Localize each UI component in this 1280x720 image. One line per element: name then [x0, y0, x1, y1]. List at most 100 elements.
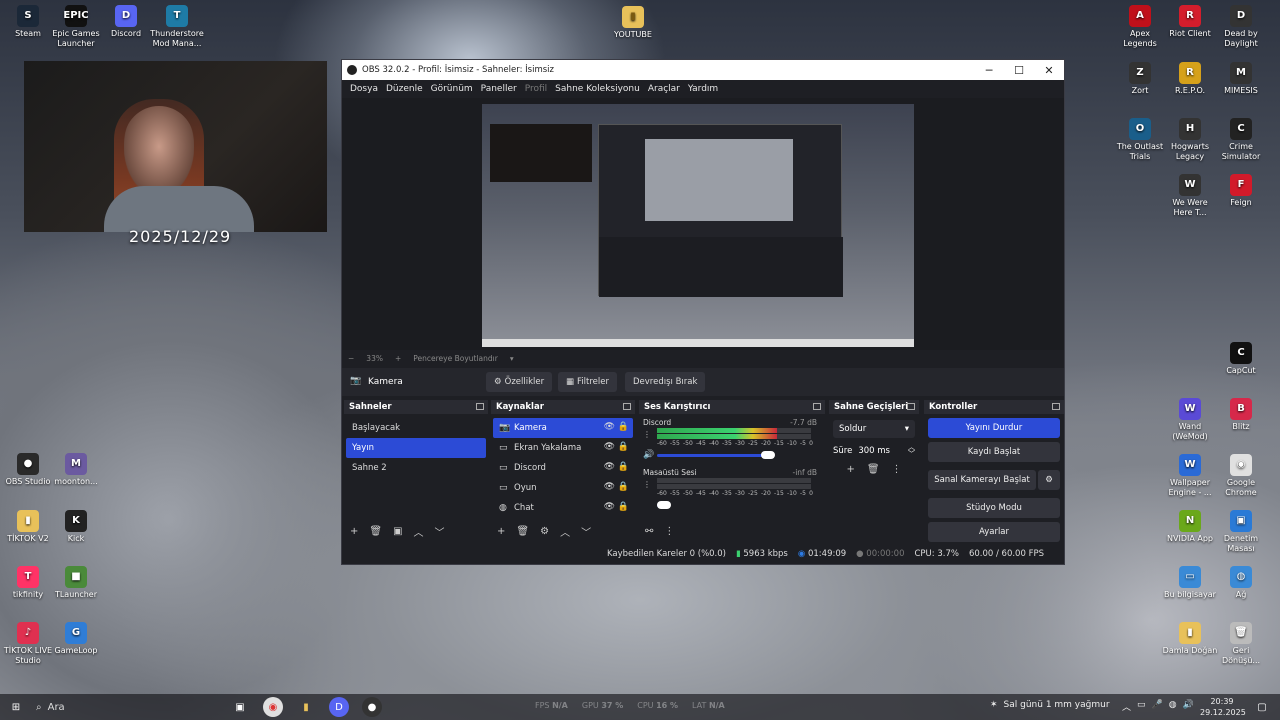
menu-edit[interactable]: Düzenle: [386, 84, 423, 94]
desktop-icon-youtube[interactable]: ▮ YOUTUBE: [605, 6, 661, 40]
duration-stepper[interactable]: ︿ ﹀: [908, 444, 915, 458]
scene-item[interactable]: Yayın: [346, 438, 486, 458]
lock-icon[interactable]: 🔒: [618, 442, 629, 452]
popout-icon[interactable]: [623, 403, 631, 410]
stop-stream-button[interactable]: Yayını Durdur: [928, 418, 1060, 438]
volume-slider[interactable]: [657, 451, 775, 459]
more-options-icon[interactable]: ⋮: [664, 526, 674, 537]
menu-profile[interactable]: Profil: [525, 84, 547, 94]
source-item[interactable]: ◍ Chat 👁 🔒: [493, 498, 633, 518]
desktop-icon-geri-d-n[interactable]: 🗑 Geri Dönüşü...: [1213, 622, 1269, 666]
start-recording-button[interactable]: Kaydı Başlat: [928, 442, 1060, 462]
add-transition-icon[interactable]: +: [846, 464, 854, 475]
delete-scene-icon[interactable]: 🗑: [369, 526, 382, 537]
duration-input[interactable]: 300 ms: [858, 446, 902, 456]
start-virtual-camera-button[interactable]: Sanal Kamerayı Başlat: [928, 470, 1036, 490]
desktop-icon-crime-simulator[interactable]: C Crime Simulator: [1213, 118, 1269, 162]
popout-icon[interactable]: [476, 403, 484, 410]
scene-filters-icon[interactable]: ▣: [393, 526, 402, 537]
channel-menu-icon[interactable]: ⋮: [643, 430, 651, 439]
file-explorer-taskbar-icon[interactable]: ▮: [296, 697, 316, 717]
discord-taskbar-icon[interactable]: D: [329, 697, 349, 717]
transition-select[interactable]: Soldur ▾: [833, 420, 915, 438]
advanced-audio-icon[interactable]: ⚯: [645, 526, 653, 537]
preview-canvas[interactable]: [482, 104, 914, 347]
volume-slider[interactable]: [657, 501, 671, 509]
source-item[interactable]: 📷 Kamera 👁 🔒: [493, 418, 633, 438]
menu-scene-collection[interactable]: Sahne Koleksiyonu: [555, 84, 640, 94]
desktop-icon-wand-wemod[interactable]: W Wand (WeMod): [1162, 398, 1218, 442]
visibility-eye-icon[interactable]: 👁: [604, 482, 615, 492]
delete-source-icon[interactable]: 🗑: [516, 526, 529, 537]
desktop-icon-dead-by-daylight[interactable]: D Dead by Daylight: [1213, 5, 1269, 49]
maximize-button[interactable]: ☐: [1004, 60, 1034, 80]
move-up-icon[interactable]: ︿: [560, 524, 570, 539]
delete-transition-icon[interactable]: 🗑: [867, 464, 880, 475]
desktop-icon-denetim-masas[interactable]: ▣ Denetim Masası: [1213, 510, 1269, 554]
scene-item[interactable]: Sahne 2: [346, 458, 486, 478]
settings-button[interactable]: Ayarlar: [928, 522, 1060, 542]
move-down-icon[interactable]: ﹀: [581, 524, 591, 539]
visibility-eye-icon[interactable]: 👁: [604, 502, 615, 512]
desktop-icon-nvidia-app[interactable]: N NVIDIA App: [1162, 510, 1218, 544]
source-item[interactable]: ▭ Oyun 👁 🔒: [493, 478, 633, 498]
speaker-icon[interactable]: 🔊: [643, 450, 654, 460]
chevron-down-icon[interactable]: ▾: [510, 354, 514, 363]
visibility-eye-icon[interactable]: 👁: [604, 442, 615, 452]
visibility-eye-icon[interactable]: 👁: [604, 422, 615, 432]
virtual-camera-settings-icon[interactable]: ⚙: [1038, 470, 1060, 490]
webcam-window[interactable]: [24, 61, 327, 232]
lock-icon[interactable]: 🔒: [618, 422, 629, 432]
popout-icon[interactable]: [1052, 403, 1060, 410]
desktop-icon-feign[interactable]: F Feign: [1213, 174, 1269, 208]
studio-mode-button[interactable]: Stüdyo Modu: [928, 498, 1060, 518]
add-source-icon[interactable]: +: [497, 526, 505, 537]
add-scene-icon[interactable]: +: [350, 526, 358, 537]
zoom-fit-label[interactable]: Pencereye Boyutlandır: [413, 354, 498, 363]
close-button[interactable]: ✕: [1034, 60, 1064, 80]
source-item[interactable]: ▭ Discord 👁 🔒: [493, 458, 633, 478]
move-up-icon[interactable]: ︿: [414, 524, 424, 539]
menu-file[interactable]: Dosya: [350, 84, 378, 94]
desktop-icon-thunderstore-mod-mana[interactable]: T Thunderstore Mod Mana...: [149, 5, 205, 49]
desktop-icon-apex-legends[interactable]: A Apex Legends: [1112, 5, 1168, 49]
desktop-icon-a[interactable]: ◍ Ağ: [1213, 566, 1269, 600]
desktop-icon-capcut[interactable]: C CapCut: [1213, 342, 1269, 376]
filters-button[interactable]: ▦ Filtreler: [558, 372, 617, 392]
minimize-button[interactable]: ─: [974, 60, 1004, 80]
start-button[interactable]: ⊞: [6, 697, 26, 717]
scene-item[interactable]: Başlayacak: [346, 418, 486, 438]
desktop-icon-hogwarts-legacy[interactable]: H Hogwarts Legacy: [1162, 118, 1218, 162]
desktop-icon-epic-games-launcher[interactable]: EPIC Epic Games Launcher: [48, 5, 104, 49]
desktop-icon-discord[interactable]: D Discord: [98, 5, 154, 39]
lock-icon[interactable]: 🔒: [618, 502, 629, 512]
desktop-icon-wallpaper-engine[interactable]: W Wallpaper Engine - ...: [1162, 454, 1218, 498]
preview-area[interactable]: [342, 98, 1064, 350]
desktop-icon-bu-bilgisayar[interactable]: ▭ Bu bilgisayar: [1162, 566, 1218, 600]
menu-view[interactable]: Görünüm: [431, 84, 473, 94]
desktop-icon-google-chrome[interactable]: ◉ Google Chrome: [1213, 454, 1269, 498]
desktop-icon-mimesis[interactable]: M MIMESIS: [1213, 62, 1269, 96]
menu-docks[interactable]: Paneller: [481, 84, 517, 94]
desktop-icon-damla-do-an[interactable]: ▮ Damla Doğan: [1162, 622, 1218, 656]
popout-icon[interactable]: [813, 403, 821, 410]
zoom-out-icon[interactable]: −: [348, 354, 354, 363]
move-down-icon[interactable]: ﹀: [435, 524, 445, 539]
desktop-icon-we-were-here-t[interactable]: W We Were Here T...: [1162, 174, 1218, 218]
desktop-icon-kick[interactable]: K Kick: [48, 510, 104, 544]
desktop-icon-r-e-p-o[interactable]: R R.E.P.O.: [1162, 62, 1218, 96]
system-tray[interactable]: ︿ ▭ 🎤 ◍ 🔊: [1122, 700, 1194, 713]
desktop-icon-blitz[interactable]: B Blitz: [1213, 398, 1269, 432]
desktop-icon-zort[interactable]: Z Zort: [1112, 62, 1168, 96]
lock-icon[interactable]: 🔒: [618, 482, 629, 492]
desktop-icon-gameloop[interactable]: G GameLoop: [48, 622, 104, 656]
search-box[interactable]: ⌕ Ara: [36, 698, 226, 716]
obs-taskbar-icon[interactable]: ●: [362, 697, 382, 717]
source-item[interactable]: ▭ Ekran Yakalama 👁 🔒: [493, 438, 633, 458]
desktop-icon-riot-client[interactable]: R Riot Client: [1162, 5, 1218, 39]
visibility-eye-icon[interactable]: 👁: [604, 462, 615, 472]
popout-icon[interactable]: [907, 403, 915, 410]
menu-help[interactable]: Yardım: [688, 84, 718, 94]
title-bar[interactable]: OBS 32.0.2 - Profil: İsimsiz - Sahneler:…: [342, 60, 1064, 80]
chrome-taskbar-icon[interactable]: ◉: [263, 697, 283, 717]
